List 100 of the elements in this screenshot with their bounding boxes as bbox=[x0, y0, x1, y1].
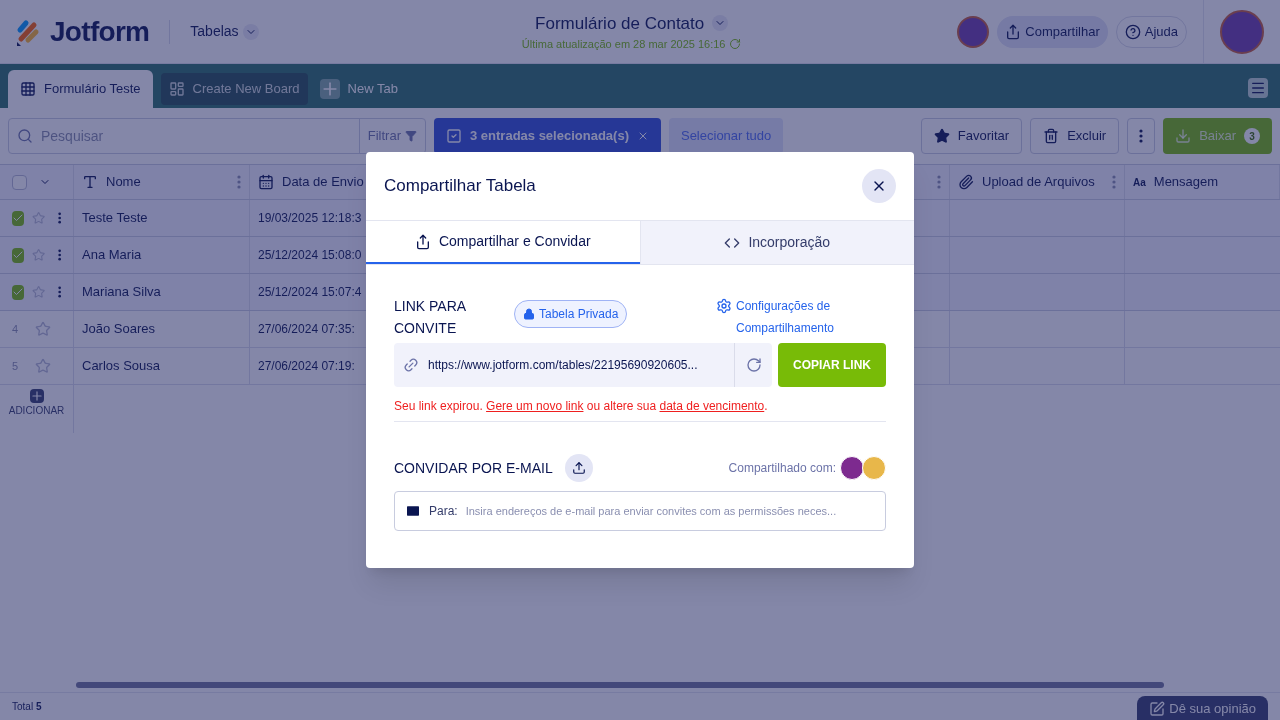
link-url: https://www.jotform.com/tables/22195690920605... bbox=[428, 357, 699, 374]
tables-menu[interactable]: Tabelas bbox=[190, 21, 259, 42]
avatar bbox=[957, 15, 990, 48]
paperclip-icon bbox=[958, 174, 974, 190]
tab[interactable]: Create New Board bbox=[160, 73, 308, 105]
table-cell-text: Ana Maria bbox=[82, 246, 142, 265]
favorite-button[interactable]: Favoritar bbox=[920, 118, 1023, 154]
gear-icon bbox=[716, 298, 732, 314]
count-badge: 3 bbox=[1244, 128, 1260, 144]
download-button[interactable]: Baixar 3 bbox=[1163, 118, 1272, 154]
share-arrow-icon bbox=[1005, 23, 1022, 40]
edit-icon bbox=[1149, 700, 1166, 717]
search-input[interactable]: Pesquisar bbox=[41, 125, 359, 147]
table-cell-text: 19/03/2025 12:18:3 bbox=[258, 210, 362, 227]
kebab-icon[interactable] bbox=[57, 211, 61, 225]
select-all-checkbox[interactable] bbox=[12, 174, 27, 190]
star-icon bbox=[933, 128, 950, 144]
to-label: Para: bbox=[429, 503, 458, 520]
column-title: Mensagem bbox=[1153, 173, 1219, 192]
help-icon bbox=[1124, 23, 1141, 40]
email-input[interactable]: Insira endereços de e-mail para enviar convites com as permissões neces... bbox=[465, 502, 875, 520]
check-icon bbox=[12, 212, 25, 224]
star-icon[interactable] bbox=[32, 284, 46, 300]
text-type-icon: Aa bbox=[1133, 174, 1146, 190]
column-header[interactable]: Upload de Arquivos bbox=[950, 165, 1125, 199]
selection-count: 3 entradas selecionada(s) bbox=[470, 127, 629, 146]
table-cell-text: Teste Teste bbox=[82, 209, 148, 228]
kebab-icon[interactable] bbox=[57, 248, 61, 262]
sharing-settings-link[interactable]: Configurações de Compartilhamento bbox=[736, 295, 886, 339]
text-field-icon bbox=[82, 174, 98, 190]
row-checkbox[interactable] bbox=[12, 247, 25, 263]
star-icon[interactable] bbox=[32, 247, 46, 263]
filter-icon bbox=[405, 130, 417, 142]
delete-button[interactable]: Excluir bbox=[1030, 118, 1120, 154]
form-title[interactable]: Formulário de Contato bbox=[535, 10, 729, 36]
dialog-tab[interactable]: Incorporação bbox=[639, 221, 914, 264]
download-icon bbox=[1175, 128, 1192, 144]
link-expired-message: Seu link expirou. Gere um novo link ou altere sua data de vencimento. bbox=[394, 397, 886, 422]
refresh-icon bbox=[745, 357, 762, 373]
trash-icon bbox=[1043, 128, 1060, 144]
email-field[interactable]: Para: Insira endereços de e-mail para enviar convites com as permissões neces... bbox=[394, 491, 886, 531]
kebab-icon[interactable] bbox=[1112, 175, 1116, 189]
add-row-label[interactable]: ADICIONAR bbox=[8, 403, 65, 418]
search-icon bbox=[17, 128, 33, 144]
mail-icon bbox=[405, 503, 421, 519]
column-header[interactable]: Nome bbox=[74, 165, 250, 199]
star-icon[interactable] bbox=[32, 210, 46, 226]
star-icon[interactable] bbox=[35, 321, 51, 337]
check-icon bbox=[12, 249, 25, 261]
section-label: CONVIDAR POR E-MAIL bbox=[394, 458, 553, 478]
table-cell-text: João Soares bbox=[82, 320, 155, 339]
chevron-icon bbox=[712, 15, 729, 32]
kebab-icon[interactable] bbox=[237, 175, 241, 189]
section-label: LINK PARA CONVITE bbox=[394, 297, 467, 338]
add-row-icon[interactable] bbox=[29, 389, 44, 403]
table-cell-text: 27/06/2024 07:35: bbox=[258, 321, 355, 338]
menu-icon[interactable] bbox=[1248, 78, 1268, 98]
table-cell-text: 27/06/2024 07:19: bbox=[258, 358, 355, 375]
column-title: Nome bbox=[106, 173, 141, 192]
share-arrow-icon bbox=[414, 233, 431, 250]
table-cell-text: Mariana Silva bbox=[82, 283, 161, 302]
chevron-icon bbox=[242, 23, 259, 40]
checkbox-icon bbox=[446, 128, 462, 144]
table-cell-text: Carlos Sousa bbox=[82, 357, 161, 376]
star-icon[interactable] bbox=[35, 358, 51, 374]
error-link[interactable]: Gere um novo link bbox=[486, 399, 584, 413]
kebab-icon[interactable] bbox=[937, 175, 941, 189]
kebab-icon[interactable] bbox=[57, 285, 61, 299]
feedback-button[interactable]: Dê sua opinião bbox=[1137, 695, 1268, 720]
avatar bbox=[862, 456, 886, 480]
row-checkbox[interactable] bbox=[12, 210, 25, 226]
privacy-badge: Tabela Privada bbox=[514, 300, 628, 328]
kebab-icon[interactable] bbox=[1139, 129, 1144, 143]
refresh-icon bbox=[729, 38, 742, 51]
column-header[interactable]: Aa Mensagem bbox=[1125, 165, 1280, 199]
upload-button[interactable] bbox=[564, 454, 593, 482]
dialog-tab[interactable]: Compartilhar e Convidar bbox=[366, 221, 640, 264]
row-checkbox[interactable] bbox=[12, 284, 25, 300]
column-title: Data de Envio bbox=[282, 173, 364, 192]
avatar bbox=[840, 456, 864, 480]
calendar-icon bbox=[258, 174, 274, 190]
grid-icon bbox=[20, 81, 36, 97]
check-icon bbox=[12, 286, 25, 298]
lock-icon bbox=[523, 308, 535, 320]
total-label: Total 5 bbox=[12, 700, 42, 714]
logo-text: Jotform bbox=[50, 14, 150, 49]
close-button[interactable] bbox=[862, 169, 896, 203]
last-updated-text: Última atualização em 28 mar 2025 16:16 bbox=[521, 37, 726, 52]
column-title: Upload de Arquivos bbox=[982, 173, 1095, 192]
tab[interactable]: New Tab bbox=[315, 73, 402, 105]
copy-link-button[interactable]: COPIAR LINK bbox=[778, 343, 886, 387]
board-icon bbox=[168, 81, 185, 97]
user-avatar bbox=[1220, 9, 1264, 54]
tab[interactable]: Formulário Teste bbox=[8, 70, 153, 108]
horizontal-scrollbar[interactable] bbox=[76, 682, 1164, 688]
shared-with-label: Compartilhado com: bbox=[728, 460, 836, 477]
share-button[interactable]: Compartilhar bbox=[997, 15, 1108, 48]
upload-icon bbox=[571, 461, 586, 475]
table-cell-text: 25/12/2024 15:08:0 bbox=[258, 247, 362, 264]
select-all-button[interactable]: Selecionar tudo bbox=[668, 118, 784, 154]
